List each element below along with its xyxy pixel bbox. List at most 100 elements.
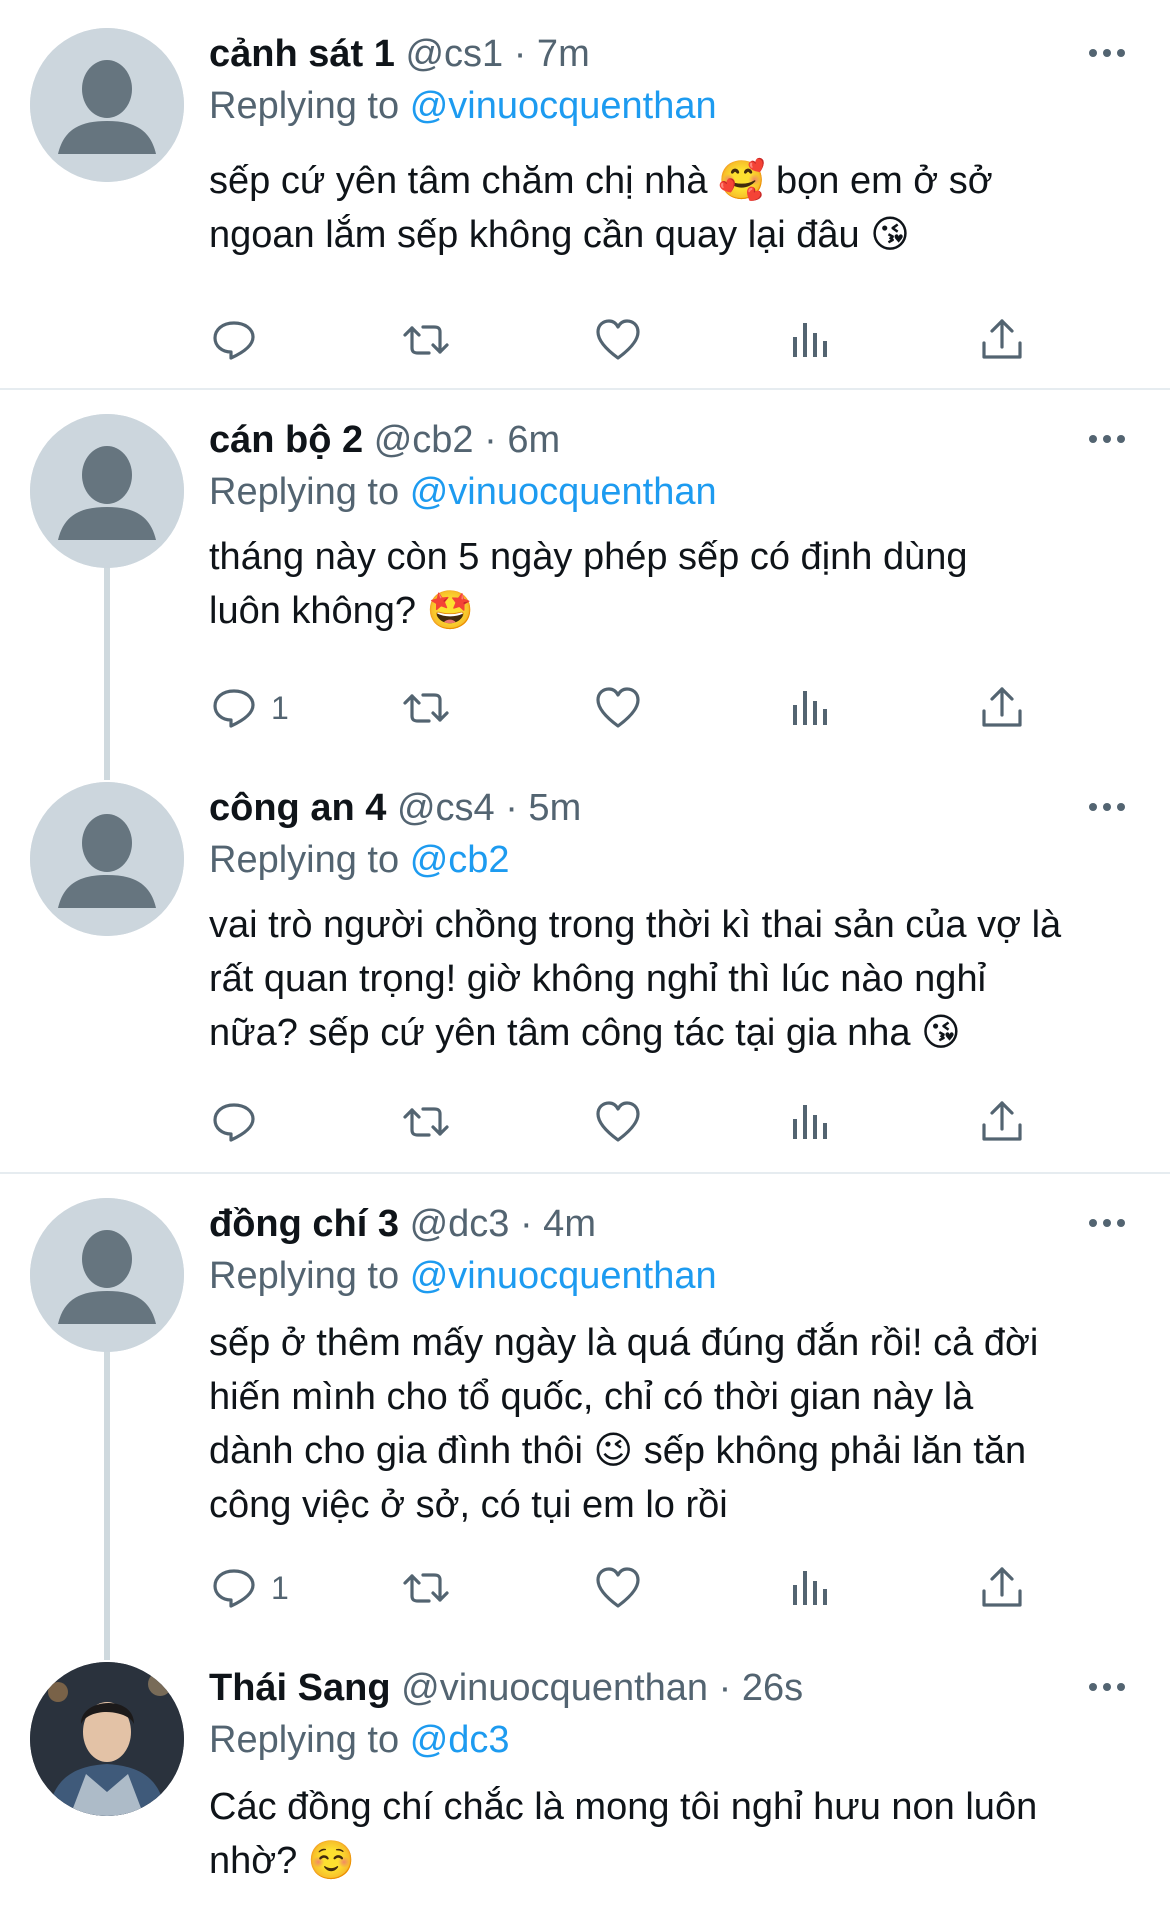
timestamp[interactable]: · 7m	[514, 33, 590, 75]
retweet-icon	[401, 1097, 451, 1147]
reply-icon	[209, 683, 259, 733]
tweet-header: đồng chí 3 @dc3 · 4m	[209, 1198, 596, 1250]
like-icon	[593, 1563, 643, 1613]
retweet-icon	[401, 315, 451, 365]
share-icon	[977, 1563, 1027, 1613]
handle[interactable]: @vinuocquenthan	[401, 1667, 708, 1709]
replying-prefix: Replying to	[209, 839, 400, 881]
like-button[interactable]	[593, 310, 643, 370]
avatar[interactable]	[30, 1198, 184, 1352]
tweet-header: Thái Sang @vinuocquenthan · 26s	[209, 1662, 803, 1714]
tweet-header: cán bộ 2 @cb2 · 6m	[209, 414, 560, 466]
action-bar: 1	[209, 678, 1049, 738]
tweet-text: vai trò người chồng trong thời kì thai s…	[209, 904, 1062, 1054]
retweet-button[interactable]	[401, 310, 451, 370]
handle[interactable]: @cs4	[397, 787, 495, 829]
more-dots-icon[interactable]	[1082, 782, 1132, 832]
replying-to: Replying to @vinuocquenthan	[209, 1250, 717, 1302]
share-button[interactable]	[977, 310, 1027, 370]
tweet-header: công an 4 @cs4 · 5m	[209, 782, 581, 834]
retweet-button[interactable]	[401, 1558, 451, 1618]
analytics-button[interactable]	[785, 310, 835, 370]
profile-photo	[30, 1662, 184, 1816]
replying-prefix: Replying to	[209, 85, 400, 127]
timestamp[interactable]: · 4m	[520, 1203, 596, 1245]
analytics-button[interactable]	[785, 678, 835, 738]
handle[interactable]: @cb2	[374, 419, 474, 461]
action-bar	[209, 1092, 1049, 1152]
display-name[interactable]: Thái Sang	[209, 1667, 391, 1709]
reply-button[interactable]: 1	[209, 678, 289, 738]
mention-link[interactable]: @dc3	[410, 1719, 510, 1761]
timestamp[interactable]: · 26s	[719, 1667, 803, 1709]
retweet-icon	[401, 1563, 451, 1613]
analytics-icon	[785, 315, 835, 365]
display-name[interactable]: cảnh sát 1	[209, 33, 395, 75]
more-dots-icon[interactable]	[1082, 414, 1132, 464]
display-name[interactable]: đồng chí 3	[209, 1203, 399, 1245]
like-button[interactable]	[593, 678, 643, 738]
retweet-icon	[401, 683, 451, 733]
action-bar	[209, 310, 1049, 370]
more-dots-icon[interactable]	[1082, 1662, 1132, 1712]
replying-prefix: Replying to	[209, 1255, 400, 1297]
action-bar: 1	[209, 1558, 1049, 1618]
analytics-icon	[785, 683, 835, 733]
analytics-icon	[785, 1097, 835, 1147]
analytics-icon	[785, 1563, 835, 1613]
analytics-button[interactable]	[785, 1092, 835, 1152]
replying-prefix: Replying to	[209, 471, 400, 513]
replying-to: Replying to @vinuocquenthan	[209, 466, 717, 518]
mention-link[interactable]: @cb2	[410, 839, 510, 881]
share-icon	[977, 683, 1027, 733]
retweet-button[interactable]	[401, 1092, 451, 1152]
timestamp[interactable]: · 6m	[484, 419, 560, 461]
avatar[interactable]	[30, 782, 184, 936]
share-button[interactable]	[977, 1558, 1027, 1618]
share-icon	[977, 1097, 1027, 1147]
handle[interactable]: @dc3	[410, 1203, 510, 1245]
tweet-header: cảnh sát 1 @cs1 · 7m	[209, 28, 590, 80]
tweet-text: Các đồng chí chắc là mong tôi nghỉ hưu n…	[209, 1786, 1038, 1882]
reply-button[interactable]	[209, 1092, 271, 1152]
replying-to: Replying to @cb2	[209, 834, 510, 886]
mention-link[interactable]: @vinuocquenthan	[410, 85, 717, 127]
tweet-text: tháng này còn 5 ngày phép sếp có định dù…	[209, 536, 968, 632]
reply-count: 1	[271, 1569, 289, 1606]
reply-button[interactable]	[209, 310, 271, 370]
display-name[interactable]: cán bộ 2	[209, 419, 363, 461]
reply-icon	[209, 1563, 259, 1613]
mention-link[interactable]: @vinuocquenthan	[410, 1255, 717, 1297]
like-icon	[593, 315, 643, 365]
handle[interactable]: @cs1	[405, 33, 503, 75]
replying-to: Replying to @dc3	[209, 1714, 510, 1766]
retweet-button[interactable]	[401, 678, 451, 738]
thread-connector	[104, 1346, 110, 1660]
tweet-text: sếp cứ yên tâm chăm chị nhà 🥰 bọn em ở s…	[209, 160, 993, 256]
replying-prefix: Replying to	[209, 1719, 400, 1761]
reply-icon	[209, 1097, 259, 1147]
like-button[interactable]	[593, 1558, 643, 1618]
share-button[interactable]	[977, 1092, 1027, 1152]
more-dots-icon[interactable]	[1082, 1198, 1132, 1248]
tweet-text: sếp ở thêm mấy ngày là quá đúng đắn rồi!…	[209, 1322, 1039, 1526]
analytics-button[interactable]	[785, 1558, 835, 1618]
avatar[interactable]	[30, 414, 184, 568]
avatar[interactable]	[30, 1662, 184, 1816]
avatar[interactable]	[30, 28, 184, 182]
thread-connector	[104, 566, 110, 780]
display-name[interactable]: công an 4	[209, 787, 386, 829]
share-icon	[977, 315, 1027, 365]
reply-icon	[209, 315, 259, 365]
like-icon	[593, 1097, 643, 1147]
mention-link[interactable]: @vinuocquenthan	[410, 471, 717, 513]
replying-to: Replying to @vinuocquenthan	[209, 80, 717, 132]
reply-button[interactable]: 1	[209, 1558, 289, 1618]
share-button[interactable]	[977, 678, 1027, 738]
divider	[0, 388, 1170, 390]
divider	[0, 1172, 1170, 1174]
more-dots-icon[interactable]	[1082, 28, 1132, 78]
like-button[interactable]	[593, 1092, 643, 1152]
timestamp[interactable]: · 5m	[505, 787, 581, 829]
reply-count: 1	[271, 689, 289, 726]
